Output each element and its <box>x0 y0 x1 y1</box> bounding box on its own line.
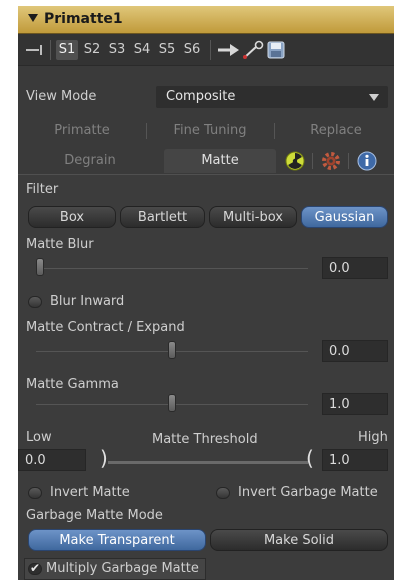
invert-matte-checkbox[interactable] <box>28 487 42 499</box>
version-s4-button[interactable]: S4 <box>131 40 153 60</box>
inspector-panel: Primatte1 S1 S2 S3 S4 S5 S6 View Mode Co… <box>18 6 394 580</box>
matte-gamma-label: Matte Gamma <box>26 377 119 392</box>
filter-gaussian-button[interactable]: Gaussian <box>301 206 388 228</box>
matte-threshold-label: Matte Threshold <box>152 432 258 447</box>
tab-divider <box>312 153 313 169</box>
invert-matte-label: Invert Matte <box>50 485 130 500</box>
make-transparent-button[interactable]: Make Transparent <box>28 529 206 551</box>
view-mode-label: View Mode <box>26 89 97 104</box>
toolbar-divider <box>50 40 51 60</box>
node-header[interactable]: Primatte1 <box>18 6 394 34</box>
tab-fine-tuning[interactable]: Fine Tuning <box>154 119 266 143</box>
matte-blur-slider-handle[interactable] <box>36 258 44 276</box>
matte-blur-value: 0.0 <box>329 261 350 276</box>
chevron-down-icon <box>369 94 379 101</box>
threshold-low-handle[interactable]: ) <box>100 446 108 470</box>
info-icon[interactable] <box>357 151 377 171</box>
matte-contract-slider-handle[interactable] <box>168 341 176 359</box>
matte-gamma-value-field[interactable]: 1.0 <box>322 393 388 415</box>
multiply-garbage-matte-label: Multiply Garbage Matte <box>46 561 199 576</box>
matte-blur-label: Matte Blur <box>26 237 94 252</box>
tab-divider <box>348 153 349 169</box>
view-mode-dropdown[interactable]: Composite <box>156 86 388 108</box>
tab-degrain[interactable]: Degrain <box>26 149 154 173</box>
toolbar-divider <box>210 40 211 60</box>
matte-contract-label: Matte Contract / Expand <box>26 320 185 335</box>
matte-blur-value-field[interactable]: 0.0 <box>322 257 388 279</box>
threshold-low-value: 0.0 <box>25 453 46 468</box>
matte-contract-value: 0.0 <box>329 344 350 359</box>
arrow-right-icon[interactable] <box>218 43 240 57</box>
threshold-range-bar[interactable] <box>108 461 308 464</box>
threshold-high-value-field[interactable]: 1.0 <box>322 449 388 471</box>
filter-multibox-button[interactable]: Multi-box <box>209 206 297 228</box>
pin-icon[interactable] <box>26 44 44 56</box>
link-icon[interactable] <box>242 40 264 60</box>
filter-bartlett-button[interactable]: Bartlett <box>120 206 205 228</box>
threshold-high-value: 1.0 <box>329 453 350 468</box>
matte-gamma-value: 1.0 <box>329 397 350 412</box>
multiply-garbage-matte-checkbox[interactable]: ✔ <box>28 561 42 575</box>
version-s6-button[interactable]: S6 <box>181 40 203 60</box>
matte-contract-value-field[interactable]: 0.0 <box>322 340 388 362</box>
radiation-icon[interactable] <box>285 151 305 171</box>
gear-icon[interactable] <box>321 151 341 171</box>
tab-divider <box>274 123 275 139</box>
version-toolbar: S1 S2 S3 S4 S5 S6 <box>18 34 394 66</box>
view-mode-value: Composite <box>166 89 236 104</box>
invert-garbage-matte-checkbox[interactable] <box>216 487 230 499</box>
filter-box-button[interactable]: Box <box>28 206 116 228</box>
collapse-triangle-icon[interactable] <box>28 14 38 22</box>
node-title: Primatte1 <box>44 11 123 27</box>
tab-primatte[interactable]: Primatte <box>26 119 138 143</box>
filter-label: Filter <box>26 182 59 197</box>
garbage-matte-mode-label: Garbage Matte Mode <box>26 508 163 523</box>
threshold-low-value-field[interactable]: 0.0 <box>18 449 86 471</box>
blur-inward-label: Blur Inward <box>50 294 125 309</box>
version-s2-button[interactable]: S2 <box>81 40 103 60</box>
threshold-high-handle[interactable]: ( <box>306 446 314 470</box>
save-icon[interactable] <box>267 41 285 59</box>
threshold-high-label: High <box>358 430 388 445</box>
blur-inward-checkbox[interactable] <box>28 296 42 308</box>
version-s3-button[interactable]: S3 <box>106 40 128 60</box>
version-s1-button[interactable]: S1 <box>56 40 78 60</box>
matte-blur-slider-track[interactable] <box>36 268 308 269</box>
invert-garbage-matte-label: Invert Garbage Matte <box>238 485 378 500</box>
tab-divider <box>146 123 147 139</box>
tab-replace[interactable]: Replace <box>282 119 390 143</box>
threshold-low-label: Low <box>26 430 52 445</box>
tab-matte[interactable]: Matte <box>164 149 276 173</box>
checkmark-icon: ✔ <box>30 561 41 575</box>
version-s5-button[interactable]: S5 <box>156 40 178 60</box>
matte-gamma-slider-handle[interactable] <box>168 394 176 412</box>
make-solid-button[interactable]: Make Solid <box>210 529 388 551</box>
